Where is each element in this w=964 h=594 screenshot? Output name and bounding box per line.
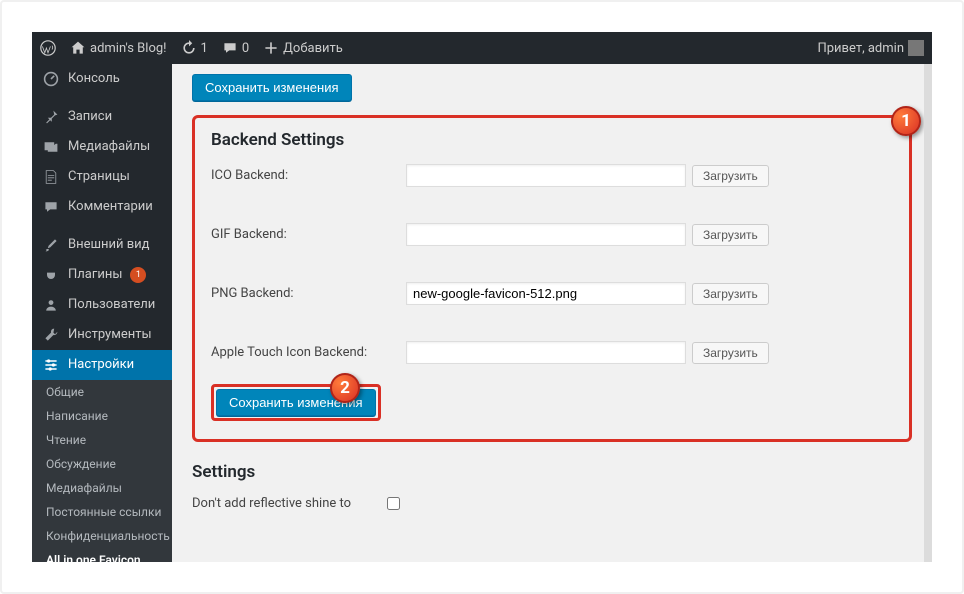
brush-icon [42, 236, 60, 254]
sidebar-item-comments[interactable]: Комментарии [32, 192, 172, 222]
user-icon [42, 296, 60, 314]
plug-icon [42, 266, 60, 284]
row-reflective: Don't add reflective shine to [192, 496, 912, 511]
home-icon [70, 40, 86, 56]
add-new-label: Добавить [283, 41, 343, 56]
pin-icon [42, 108, 60, 126]
gif-upload-button[interactable]: Загрузить [692, 224, 769, 246]
row-png-backend: PNG Backend: Загрузить [211, 282, 893, 305]
dashboard-icon [42, 70, 60, 88]
png-backend-label: PNG Backend: [211, 286, 406, 301]
backend-settings-panel: 1 Backend Settings ICO Backend: Загрузит… [192, 115, 912, 442]
comment-icon [222, 40, 238, 56]
sidebar-item-users[interactable]: Пользователи [32, 290, 172, 320]
submenu-media[interactable]: Медиафайлы [32, 476, 172, 500]
plus-icon [263, 40, 279, 56]
submenu-discussion[interactable]: Обсуждение [32, 452, 172, 476]
media-icon [42, 138, 60, 156]
sidebar-label: Плагины [68, 266, 122, 284]
comments-icon [42, 198, 60, 216]
apple-touch-upload-button[interactable]: Загрузить [692, 342, 769, 364]
apple-touch-label: Apple Touch Icon Backend: [211, 345, 406, 360]
comments-count: 0 [242, 41, 249, 56]
annotation-2: 2 [330, 373, 360, 403]
sidebar-item-tools[interactable]: Инструменты [32, 320, 172, 350]
submenu-general[interactable]: Общие [32, 380, 172, 404]
sliders-icon [42, 356, 60, 374]
greeting-text: Привет, admin [817, 41, 904, 56]
site-link[interactable]: admin's Blog! [70, 40, 167, 56]
sidebar-label: Настройки [68, 356, 134, 374]
sidebar-label: Медиафайлы [68, 138, 150, 156]
png-backend-input[interactable] [406, 282, 686, 305]
sidebar-item-posts[interactable]: Записи [32, 102, 172, 132]
sidebar-label: Инструменты [68, 326, 152, 344]
main-content: Сохранить изменения 1 Backend Settings I… [172, 64, 932, 562]
ico-upload-button[interactable]: Загрузить [692, 165, 769, 187]
updates-count: 1 [201, 41, 208, 56]
settings-heading: Settings [192, 462, 912, 482]
updates-link[interactable]: 1 [181, 40, 208, 56]
submenu-favicon[interactable]: All in one Favicon [32, 548, 172, 562]
submenu-privacy[interactable]: Конфиденциальность [32, 524, 172, 548]
ico-backend-label: ICO Backend: [211, 168, 406, 183]
gif-backend-input[interactable] [406, 223, 686, 246]
wrench-icon [42, 326, 60, 344]
page-icon [42, 168, 60, 186]
sidebar-item-pages[interactable]: Страницы [32, 162, 172, 192]
sidebar-label: Консоль [68, 70, 120, 88]
save-top-button[interactable]: Сохранить изменения [192, 74, 352, 101]
sidebar-item-appearance[interactable]: Внешний вид [32, 230, 172, 260]
sidebar-item-media[interactable]: Медиафайлы [32, 132, 172, 162]
wordpress-icon [40, 40, 56, 56]
submenu-writing[interactable]: Написание [32, 404, 172, 428]
avatar [908, 40, 924, 56]
sidebar-label: Страницы [68, 168, 130, 186]
site-title: admin's Blog! [90, 41, 167, 56]
admin-bar: admin's Blog! 1 0 Добавить Привет, admin [32, 32, 932, 64]
row-ico-backend: ICO Backend: Загрузить [211, 164, 893, 187]
save-bottom-highlight: 2 Сохранить изменения [211, 384, 381, 421]
wp-logo[interactable] [40, 40, 56, 56]
submenu-reading[interactable]: Чтение [32, 428, 172, 452]
submenu-permalinks[interactable]: Постоянные ссылки [32, 500, 172, 524]
annotation-1: 1 [891, 106, 921, 136]
ico-backend-input[interactable] [406, 164, 686, 187]
sidebar-label: Комментарии [68, 198, 153, 216]
greeting-link[interactable]: Привет, admin [817, 40, 924, 56]
comments-link[interactable]: 0 [222, 40, 249, 56]
plugins-update-badge: 1 [130, 267, 146, 283]
gif-backend-label: GIF Backend: [211, 227, 406, 242]
sidebar-item-plugins[interactable]: Плагины 1 [32, 260, 172, 290]
sidebar-label: Пользователи [68, 296, 155, 314]
refresh-icon [181, 40, 197, 56]
row-apple-touch-backend: Apple Touch Icon Backend: Загрузить [211, 341, 893, 364]
png-upload-button[interactable]: Загрузить [692, 283, 769, 305]
backend-settings-heading: Backend Settings [211, 130, 893, 150]
add-new-link[interactable]: Добавить [263, 40, 343, 56]
sidebar-item-dashboard[interactable]: Консоль [32, 64, 172, 94]
sidebar-label: Внешний вид [68, 236, 150, 254]
apple-touch-input[interactable] [406, 341, 686, 364]
admin-sidebar: Консоль Записи Медиафайлы Страницы Комме… [32, 64, 172, 562]
reflective-label: Don't add reflective shine to [192, 496, 387, 511]
settings-panel: Settings Don't add reflective shine to [192, 462, 912, 511]
vertical-scrollbar[interactable] [924, 64, 932, 562]
sidebar-item-settings[interactable]: Настройки [32, 350, 172, 380]
reflective-checkbox[interactable] [387, 497, 400, 510]
row-gif-backend: GIF Backend: Загрузить [211, 223, 893, 246]
sidebar-label: Записи [68, 108, 112, 126]
